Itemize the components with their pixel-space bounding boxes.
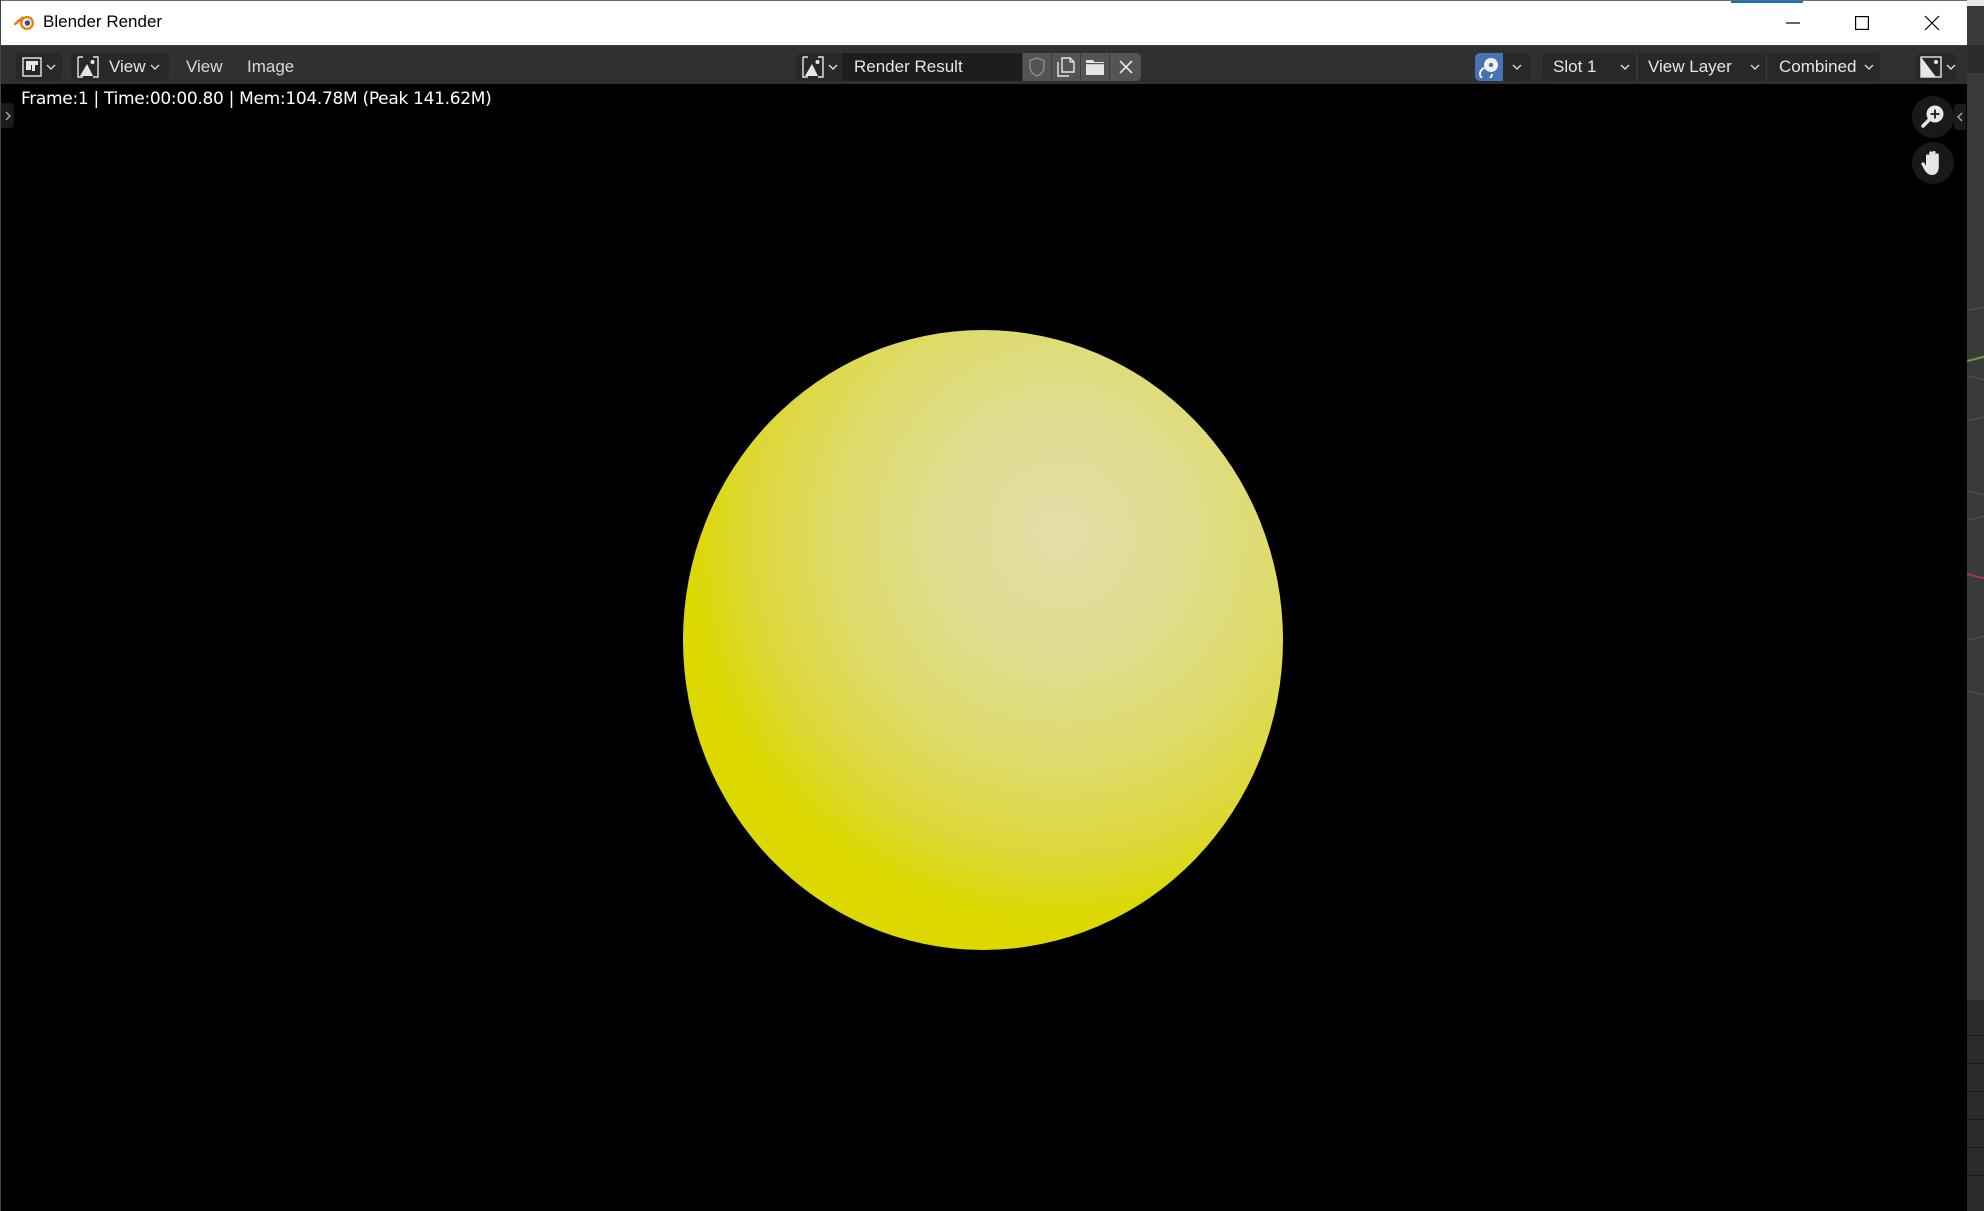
grid-line [1967, 690, 1984, 699]
menu-view[interactable]: View [186, 53, 223, 81]
chevron-down-icon [1864, 64, 1874, 70]
chevron-down-icon [1620, 64, 1630, 70]
panel-divider [1967, 1035, 1984, 1036]
image-browse-icon [802, 56, 824, 78]
editor-type-button[interactable] [16, 53, 62, 81]
maximize-icon [1855, 16, 1869, 30]
render-slot-toggle[interactable] [1475, 53, 1503, 81]
grid-line [1967, 490, 1984, 499]
zoom-in-icon [1921, 105, 1944, 128]
minimize-icon [1786, 22, 1800, 24]
browse-image-button[interactable] [796, 53, 842, 81]
background-header [1967, 45, 1984, 73]
display-channels-icon [1920, 56, 1942, 78]
zoom-view-button[interactable] [1912, 96, 1954, 138]
grid-line [1967, 413, 1984, 421]
window-title: Blender Render [43, 12, 163, 31]
image-icon [77, 56, 99, 78]
pan-view-button[interactable] [1912, 142, 1954, 184]
view-mode-label: View [109, 57, 146, 76]
render-stats-text: Frame:1 | Time:00:00.80 | Mem:104.78M (P… [21, 89, 492, 109]
image-name-value: Render Result [854, 57, 963, 76]
maximize-button[interactable] [1827, 1, 1897, 45]
hand-icon [1921, 150, 1939, 175]
grid-line [1967, 632, 1984, 641]
render-slot-options-button[interactable] [1503, 53, 1531, 81]
duplicate-icon [1057, 57, 1075, 77]
image-editor-icon [22, 57, 42, 77]
chevron-down-icon [1512, 64, 1522, 70]
image-name-field[interactable]: Render Result [842, 53, 1022, 81]
shield-icon [1029, 57, 1045, 77]
grid-line [1967, 375, 1984, 384]
open-image-button[interactable] [1080, 53, 1109, 81]
fake-user-button[interactable] [1022, 53, 1051, 81]
folder-icon [1086, 60, 1104, 75]
grid-line [1967, 512, 1984, 521]
new-image-button[interactable] [1051, 53, 1080, 81]
panel-divider [1967, 1147, 1984, 1148]
panel-divider [1967, 1119, 1984, 1120]
minimize-button[interactable] [1758, 1, 1828, 45]
close-icon [1118, 60, 1133, 74]
view-mode-dropdown[interactable]: View [71, 53, 169, 81]
sidebar-toggle-button[interactable] [1954, 104, 1966, 130]
x-axis-line [1967, 573, 1984, 583]
view-layer-value: View Layer [1648, 57, 1732, 76]
panel-divider [1967, 1063, 1984, 1064]
background-properties-panel [1967, 1000, 1984, 1211]
render-slot-icon [1479, 58, 1498, 78]
display-channels-button[interactable] [1916, 53, 1956, 81]
menu-image[interactable]: Image [247, 53, 294, 81]
slot-value: Slot 1 [1553, 57, 1597, 76]
chevron-down-icon [150, 64, 160, 70]
view-layer-dropdown[interactable]: View Layer [1637, 53, 1766, 81]
render-pass-value: Combined [1779, 57, 1857, 76]
chevron-down-icon [1750, 64, 1760, 70]
title-bar[interactable]: Blender Render [1, 0, 1967, 45]
image-viewport[interactable]: Frame:1 | Time:00:00.80 | Mem:104.78M (P… [1, 84, 1967, 1211]
rendered-sphere [683, 330, 1283, 950]
slot-dropdown[interactable]: Slot 1 [1542, 53, 1636, 81]
y-axis-line [1967, 352, 1984, 362]
background-titlebar [1967, 0, 1984, 6]
panel-divider [1967, 1091, 1984, 1092]
chevron-left-icon [1957, 112, 1963, 122]
chevron-down-icon [1946, 64, 1956, 70]
close-icon [1924, 15, 1940, 31]
background-blender-viewport [1967, 0, 1984, 1211]
unlink-image-button[interactable] [1109, 53, 1141, 81]
close-window-button[interactable] [1897, 1, 1967, 45]
chevron-down-icon [828, 64, 838, 70]
render-pass-dropdown[interactable]: Combined [1766, 53, 1880, 81]
grid-line [1967, 303, 1984, 311]
image-editor-header: View View Image Render Result Slot 1 Vie… [1, 45, 1967, 84]
toolbar-toggle-button[interactable] [1, 103, 14, 128]
chevron-right-icon [5, 111, 11, 120]
blender-render-window: Blender Render View View Image Render Re… [0, 0, 1967, 1211]
blender-logo-icon [14, 16, 34, 30]
chevron-down-icon [46, 64, 56, 70]
panel-divider [1967, 1175, 1984, 1176]
